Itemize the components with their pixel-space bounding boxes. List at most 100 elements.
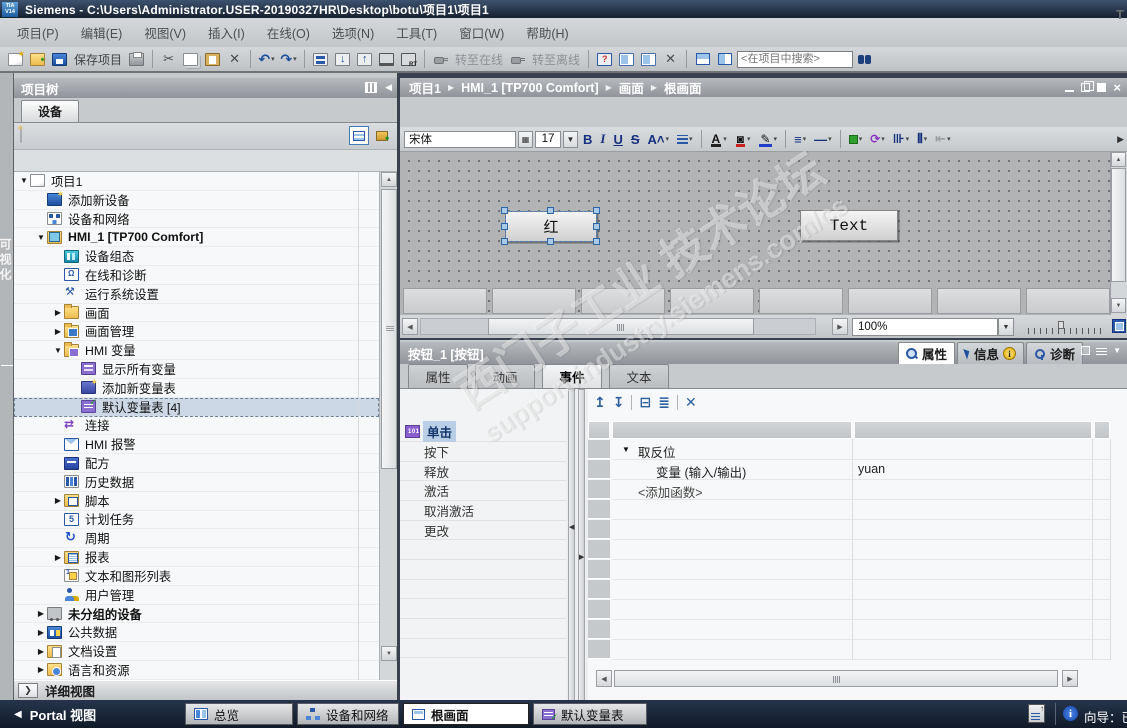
paste-button[interactable]: [203, 49, 222, 69]
event-row[interactable]: [400, 639, 566, 659]
redo-button[interactable]: ↷ ▾: [279, 49, 298, 69]
tree-item[interactable]: 周期: [14, 529, 379, 549]
collapse-panel-icon[interactable]: ◀: [385, 82, 392, 93]
tree-item[interactable]: 在线和诊断: [14, 266, 379, 285]
screen-canvas[interactable]: 红 Text: [400, 152, 1110, 315]
bold-button[interactable]: B: [580, 132, 595, 147]
go-offline-button[interactable]: 转至离线: [530, 51, 582, 68]
expand-all-button[interactable]: ⊟: [639, 394, 651, 411]
scroll-down-icon[interactable]: ▼: [1111, 298, 1126, 313]
underline-button[interactable]: U: [610, 132, 625, 147]
event-row[interactable]: 释放: [400, 462, 566, 482]
tree-item[interactable]: 添加新变量表: [14, 377, 379, 398]
view-tab-1[interactable]: 信息 i: [956, 342, 1024, 364]
online-plug-button[interactable]: [431, 49, 450, 69]
tree-item[interactable]: 默认变量表 [4]: [14, 397, 379, 417]
event-row[interactable]: 激活: [400, 481, 566, 502]
menu-item-7[interactable]: 窗口(W): [448, 19, 515, 46]
breadcrumb-segment[interactable]: HMI_1 [TP700 Comfort]: [461, 81, 599, 95]
move-up-button[interactable]: ↥: [594, 394, 606, 411]
row-gutter-cell[interactable]: [588, 460, 610, 479]
tree-scroll-thumb[interactable]: [381, 189, 397, 469]
close-icon[interactable]: ×: [1113, 81, 1121, 94]
tree-item[interactable]: 用户管理: [14, 586, 379, 605]
pane-splitter[interactable]: ◀ ▶: [568, 389, 587, 701]
tree-item[interactable]: HMI 报警: [14, 435, 379, 455]
font-size-dropdown-icon[interactable]: ▼: [563, 130, 578, 148]
tree-item[interactable]: 配方: [14, 454, 379, 473]
menu-item-6[interactable]: 工具(T): [385, 19, 448, 46]
row-gutter-cell[interactable]: [588, 520, 610, 539]
delete-function-button[interactable]: ✕: [685, 394, 697, 411]
download-button[interactable]: [333, 49, 352, 69]
breadcrumb-segment[interactable]: 项目1: [409, 78, 441, 97]
portal-view-button[interactable]: ◀ Portal 视图: [14, 705, 96, 724]
zoom-slider[interactable]: [1028, 321, 1106, 334]
row-gutter-cell[interactable]: [588, 620, 610, 639]
offline-plug-button[interactable]: [508, 49, 527, 69]
breadcrumb-segment[interactable]: 根画面: [664, 78, 702, 97]
minimize-icon[interactable]: [1065, 83, 1075, 92]
tree-item[interactable]: 计划任务: [14, 511, 379, 530]
menu-item-4[interactable]: 在线(O): [256, 19, 321, 46]
tree-expander-icon[interactable]: ▶: [35, 628, 47, 637]
menu-item-1[interactable]: 编辑(E): [70, 19, 134, 46]
selection-handle[interactable]: [501, 222, 508, 230]
row-gutter-cell[interactable]: [588, 540, 610, 559]
table-header-cell[interactable]: [854, 421, 1092, 439]
tree-item[interactable]: ▼ 项目1: [14, 172, 379, 191]
tree-expander-icon[interactable]: ▶: [52, 553, 64, 562]
remove-split-button[interactable]: ✕: [661, 49, 680, 69]
tree-expander-icon[interactable]: ▶: [52, 496, 64, 505]
arrange-button[interactable]: ⇤ ▾: [932, 131, 953, 147]
group-expander-icon[interactable]: ▼: [622, 445, 630, 454]
distribute-button[interactable]: ⫴ ▾: [914, 131, 930, 147]
view-tab-0[interactable]: 属性: [897, 342, 955, 364]
tree-expander-icon[interactable]: ▼: [18, 176, 30, 185]
cut-button[interactable]: ✂: [159, 49, 178, 69]
menu-item-3[interactable]: 插入(I): [197, 19, 256, 46]
table-scroll-thumb[interactable]: [614, 670, 1058, 687]
selection-handle[interactable]: [593, 238, 600, 245]
expand-details-icon[interactable]: ❯: [18, 683, 38, 698]
upload-button[interactable]: [355, 49, 374, 69]
event-row[interactable]: 取消激活: [400, 501, 566, 521]
fit-to-window-icon[interactable]: [1112, 319, 1126, 333]
tree-item[interactable]: ▶ 画面管理: [14, 322, 379, 342]
online-diagnostics-button[interactable]: [595, 49, 614, 69]
search-button[interactable]: [856, 49, 875, 69]
scroll-right-icon[interactable]: ▶: [832, 318, 848, 335]
event-row[interactable]: [400, 560, 566, 580]
row-gutter-cell[interactable]: [588, 600, 610, 619]
line-weight-button[interactable]: — ▾: [811, 132, 835, 147]
collapse-panel-icon[interactable]: ▼: [1113, 346, 1121, 355]
selection-handle[interactable]: [547, 238, 554, 245]
fill-color-button[interactable]: ◙ ▾: [732, 132, 754, 147]
zoom-dropdown-icon[interactable]: ▼: [998, 318, 1014, 336]
font-color-button[interactable]: A ▾: [707, 132, 730, 147]
menu-item-8[interactable]: 帮助(H): [515, 19, 579, 46]
scroll-up-icon[interactable]: ▲: [381, 172, 397, 187]
collapse-left-icon[interactable]: ◀: [569, 523, 574, 531]
open-project-button[interactable]: [28, 49, 47, 69]
tree-expander-icon[interactable]: ▼: [35, 233, 47, 242]
maximize-icon[interactable]: [1097, 82, 1107, 92]
canvas-vertical-scrollbar[interactable]: ▲ ▼: [1110, 152, 1127, 315]
tree-item[interactable]: ▶ 语言和资源: [14, 661, 379, 680]
table-header-cell[interactable]: [1094, 421, 1110, 439]
event-row[interactable]: 单击: [400, 421, 566, 443]
tree-expander-icon[interactable]: ▶: [52, 327, 64, 336]
row-gutter-cell[interactable]: [588, 480, 610, 499]
breadcrumb-segment[interactable]: 画面: [619, 78, 644, 97]
splitter-bar[interactable]: [568, 389, 575, 701]
visualization-strip-label[interactable]: 可视化: [0, 238, 14, 283]
event-row[interactable]: [400, 580, 566, 600]
more-tools-icon[interactable]: ▶: [1117, 134, 1124, 145]
tree-item[interactable]: 文本和图形列表: [14, 567, 379, 586]
border-color-button[interactable]: ✎ ▾: [755, 132, 780, 147]
event-row[interactable]: [400, 619, 566, 639]
taskbar-button-0[interactable]: 总览: [185, 703, 293, 725]
restore-icon[interactable]: [1081, 80, 1095, 92]
start-runtime-button[interactable]: [377, 49, 396, 69]
split-horizontal-button[interactable]: [693, 49, 712, 69]
